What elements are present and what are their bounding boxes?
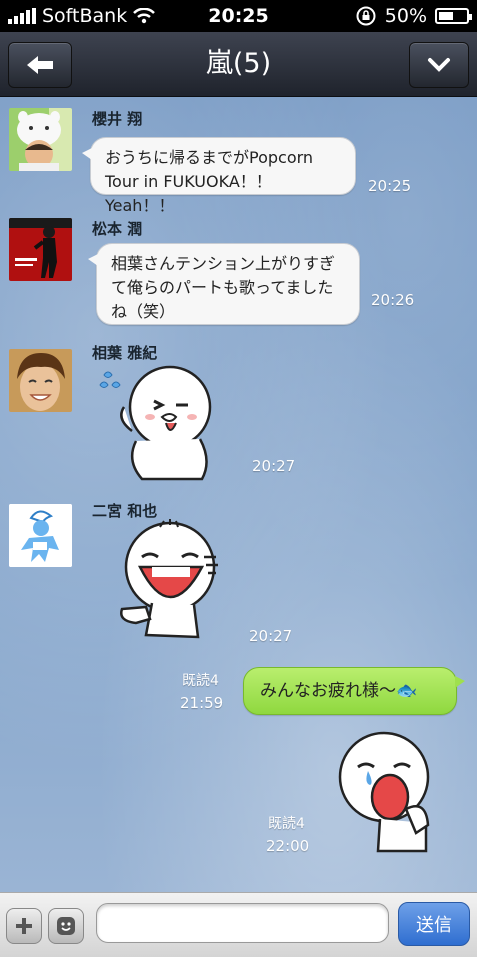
status-bar: SoftBank 20:25 50%	[0, 0, 477, 32]
chat-area[interactable]: 櫻井 翔 おうちに帰るまでがPopcorn Tour in FUKUOKA！！Y…	[0, 97, 477, 892]
wifi-icon	[133, 8, 156, 24]
sticker-button[interactable]	[48, 908, 84, 944]
avatar-aiba[interactable]	[9, 349, 72, 412]
laughing-sticker[interactable]	[112, 517, 232, 647]
read-receipt: 既読4	[268, 816, 305, 832]
message-time: 20:27	[252, 457, 296, 475]
rotation-lock-icon	[356, 6, 376, 26]
attach-button[interactable]	[6, 908, 42, 944]
crying-sticker[interactable]	[332, 727, 437, 855]
chat-header: 嵐(5)	[0, 32, 477, 97]
avatar-sakurai[interactable]	[9, 108, 72, 171]
message-time: 20:25	[368, 177, 412, 195]
wink-sticker[interactable]	[96, 361, 221, 483]
sender-name: 櫻井 翔	[92, 110, 143, 128]
clock: 20:25	[208, 5, 269, 27]
avatar-ninomiya[interactable]	[9, 504, 72, 567]
message-time: 21:59	[180, 694, 224, 712]
battery-icon	[435, 8, 472, 24]
sender-name: 相葉 雅紀	[92, 344, 158, 362]
input-bar: 送信	[0, 892, 477, 957]
message-bubble[interactable]: 相葉さんテンション上がりすぎて俺らのパートも歌ってましたね（笑）	[88, 243, 360, 325]
avatar-matsumoto[interactable]	[9, 218, 72, 281]
message-input[interactable]	[96, 903, 389, 943]
chevron-down-icon	[428, 58, 450, 72]
message-time: 22:00	[266, 837, 310, 855]
battery-percent: 50%	[384, 5, 427, 27]
sender-name: 松本 潤	[92, 220, 143, 238]
send-button[interactable]: 送信	[398, 902, 470, 946]
carrier-label: SoftBank	[42, 5, 128, 27]
chat-title: 嵐(5)	[205, 48, 272, 79]
read-receipt: 既読4	[182, 673, 219, 689]
message-time: 20:26	[371, 291, 415, 309]
signal-icon	[8, 8, 36, 24]
plus-icon	[16, 918, 32, 934]
message-time: 20:27	[249, 627, 293, 645]
menu-button[interactable]	[409, 42, 469, 88]
own-message-bubble[interactable]: みんなお疲れ様〜🐟	[243, 667, 465, 715]
emoticon-icon	[57, 917, 75, 935]
message-bubble[interactable]: おうちに帰るまでがPopcorn Tour in FUKUOKA！！Yeah！！	[82, 137, 356, 215]
